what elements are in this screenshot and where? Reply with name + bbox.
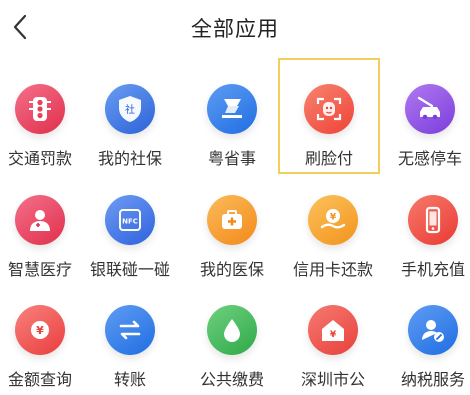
svg-text:¥: ¥ xyxy=(330,330,337,340)
app-label: 纳税服务 xyxy=(400,370,465,389)
transfer-arrows-icon xyxy=(105,305,155,355)
app-grid: 交通罚款 社 我的社保 粤省事 刷脸付 无感停车 智慧医疗 NFC 银联碰一碰 … xyxy=(0,0,470,389)
credit-card-repay-icon: ¥ xyxy=(308,195,358,245)
yue-sheng-shi-icon xyxy=(207,84,257,134)
yuan-coin-icon: ¥ xyxy=(15,305,65,355)
phone-recharge-icon xyxy=(408,195,458,245)
svg-text:¥: ¥ xyxy=(36,324,44,337)
tax-user-icon xyxy=(408,305,458,355)
medical-kit-icon xyxy=(207,195,257,245)
app-tile-tax-service[interactable]: 纳税服务 xyxy=(383,283,470,395)
doctor-icon xyxy=(15,195,65,245)
water-drop-icon xyxy=(207,305,257,355)
svg-text:¥: ¥ xyxy=(330,213,337,223)
svg-text:NFC: NFC xyxy=(122,218,138,226)
parking-car-icon xyxy=(405,84,455,134)
face-pay-icon xyxy=(304,84,354,134)
nfc-icon: NFC xyxy=(105,195,155,245)
app-tile-parking[interactable]: 无感停车 xyxy=(380,62,470,174)
app-label: 无感停车 xyxy=(397,149,462,168)
svg-text:社: 社 xyxy=(125,103,135,116)
social-security-shield-icon: 社 xyxy=(105,84,155,134)
app-label: 手机充值 xyxy=(400,260,465,279)
housing-fund-icon: ¥ xyxy=(308,305,358,355)
traffic-light-icon xyxy=(15,84,65,134)
app-tile-phone-recharge[interactable]: 手机充值 xyxy=(383,173,470,285)
